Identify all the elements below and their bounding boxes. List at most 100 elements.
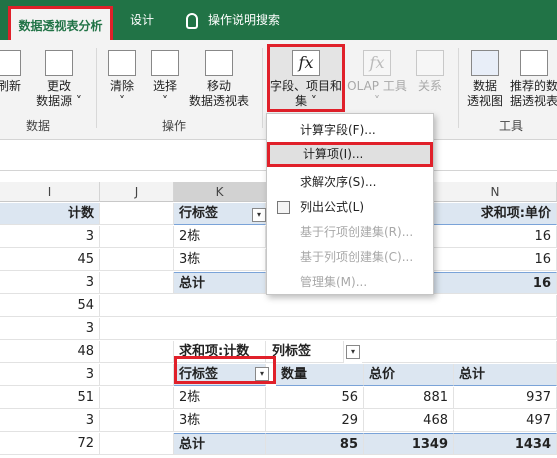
recommended-pivot-icon <box>520 50 548 76</box>
col-filter-dropdown-icon[interactable]: ▾ <box>346 345 360 359</box>
pivot2-grand-total[interactable]: 1434 <box>454 433 557 455</box>
empty-cell[interactable] <box>100 341 174 363</box>
pivot1-row-label[interactable]: 2栋 <box>174 226 266 248</box>
refresh-button[interactable]: 刷新 <box>0 50 26 94</box>
column-header-k[interactable]: K <box>174 182 266 202</box>
pivot2-row-label[interactable]: 2栋 <box>174 387 266 409</box>
olap-label-2: ˅ <box>374 94 380 108</box>
pivot2-col-label-header[interactable]: 列标签 <box>266 341 344 363</box>
pivot2-total-cell[interactable]: 497 <box>454 410 557 432</box>
tab-pivottable-analyze[interactable]: 数据透视表分析 <box>8 6 113 40</box>
clear-label-2: ˅ <box>119 94 125 108</box>
empty-cell[interactable] <box>100 249 174 271</box>
fields-label-1: 字段、项目和 <box>269 79 342 93</box>
move-label-2: 数据透视表 <box>188 94 249 108</box>
pivot2-grand-qty[interactable]: 85 <box>266 433 364 455</box>
change-data-source-button[interactable]: 更改 数据源 ˅ <box>30 50 88 109</box>
pivot1-grand-total-label[interactable]: 总计 <box>174 272 266 294</box>
olap-label-1: OLAP 工具 <box>347 79 407 93</box>
lightbulb-icon <box>186 13 198 29</box>
col-i-cell[interactable]: 51 <box>0 387 100 409</box>
pivotchart-button[interactable]: 数据 透视图 <box>463 50 507 109</box>
column-header-n[interactable]: N <box>434 182 557 202</box>
pivotchart-icon <box>471 50 499 76</box>
ribbon-separator <box>458 48 459 128</box>
pivot2-price-cell[interactable]: 468 <box>364 410 454 432</box>
pivot2-price-cell[interactable]: 881 <box>364 387 454 409</box>
col-i-cell[interactable]: 3 <box>0 410 100 432</box>
tab-design[interactable]: 设计 <box>130 0 154 40</box>
pivot2-row-label[interactable]: 3栋 <box>174 410 266 432</box>
col-i-cell[interactable]: 3 <box>0 226 100 248</box>
menu-item-calculated-field[interactable]: 计算字段(F)... <box>267 118 433 143</box>
olap-tools-button[interactable]: fx OLAP 工具 ˅ <box>346 50 408 109</box>
recommended-label-2: 据透视表 <box>509 94 557 108</box>
column-header-j[interactable]: J <box>100 182 174 202</box>
pivot2-total-price-header[interactable]: 总价 <box>364 364 454 386</box>
menu-item-manage-sets[interactable]: 管理集(M)... <box>267 270 433 295</box>
data-source-icon <box>45 50 73 76</box>
pivot2-grand-total-header[interactable]: 总计 <box>454 364 557 386</box>
tell-me-search[interactable]: 操作说明搜索 <box>208 0 280 40</box>
clear-label-1: 清除 <box>109 79 134 93</box>
empty-cell[interactable] <box>100 226 174 248</box>
empty-cell[interactable] <box>100 272 174 294</box>
menu-item-solve-order[interactable]: 求解次序(S)... <box>267 170 433 195</box>
empty-row[interactable] <box>100 295 557 317</box>
pivot2-total-cell[interactable]: 937 <box>454 387 557 409</box>
empty-cell[interactable] <box>362 341 557 363</box>
pivot1-grand-unit-cell[interactable]: 16 <box>434 272 557 294</box>
select-icon <box>151 50 179 76</box>
filter-dropdown-icon[interactable]: ▾ <box>252 208 266 222</box>
menu-item-calculated-item[interactable]: 计算项(I)... <box>267 142 433 167</box>
menu-item-create-set-columns[interactable]: 基于列项创建集(C)... <box>267 245 433 270</box>
col-i-cell[interactable]: 3 <box>0 318 100 340</box>
pivot1-unit-price-header[interactable]: 求和项:单价 <box>434 203 557 225</box>
pivot2-qty-header[interactable]: 数量 <box>276 364 364 386</box>
col-i-cell[interactable]: 72 <box>0 433 100 455</box>
select-label-2: ˅ <box>162 94 168 108</box>
empty-row[interactable] <box>100 318 557 340</box>
pivot2-grand-label[interactable]: 总计 <box>174 433 266 455</box>
menu-item-create-set-rows[interactable]: 基于行项创建集(R)... <box>267 220 433 245</box>
pivot1-row-label[interactable]: 3栋 <box>174 249 266 271</box>
empty-cell[interactable] <box>100 387 174 409</box>
pivot2-grand-price[interactable]: 1349 <box>364 433 454 455</box>
pivotchart-label-2: 透视图 <box>466 94 503 108</box>
col-i-header[interactable]: 计数 <box>0 203 100 225</box>
change-source-label-2: 数据源 ˅ <box>36 94 82 108</box>
clear-button[interactable]: 清除 ˅ <box>102 50 142 109</box>
col-i-cell[interactable]: 45 <box>0 249 100 271</box>
pivotchart-label-1: 数据 <box>472 79 497 93</box>
clear-icon <box>108 50 136 76</box>
empty-cell[interactable] <box>100 410 174 432</box>
select-button[interactable]: 选择 ˅ <box>145 50 185 109</box>
col-i-cell[interactable]: 48 <box>0 341 100 363</box>
empty-cell[interactable] <box>100 364 174 386</box>
col-i-cell[interactable]: 3 <box>0 364 100 386</box>
pivot2-qty-cell[interactable]: 56 <box>266 387 364 409</box>
recommended-label-1: 推荐的数 <box>509 79 557 93</box>
ribbon-separator <box>262 48 263 128</box>
pivot2-qty-cell[interactable]: 29 <box>266 410 364 432</box>
empty-cell[interactable] <box>100 203 174 225</box>
col-i-cell[interactable]: 54 <box>0 295 100 317</box>
recommended-pivottables-button[interactable]: 推荐的数 据透视表 <box>508 50 557 109</box>
col-i-cell[interactable]: 3 <box>0 272 100 294</box>
relationships-label: 关系 <box>417 79 442 93</box>
refresh-label: 刷新 <box>0 79 21 93</box>
fx-function-icon: fx <box>292 50 320 76</box>
select-label-1: 选择 <box>152 79 177 93</box>
change-source-label-1: 更改 <box>46 79 71 93</box>
move-pivottable-icon <box>205 50 233 76</box>
fields-items-sets-menu: 计算字段(F)... 计算项(I)... 求解次序(S)... 列出公式(L) … <box>266 113 434 295</box>
empty-cell[interactable] <box>100 433 174 455</box>
pivot1-unit-cell[interactable]: 16 <box>434 226 557 248</box>
pivot1-unit-cell[interactable]: 16 <box>434 249 557 271</box>
fields-items-sets-button[interactable]: fx 字段、项目和 集 ˅ <box>268 50 344 109</box>
menu-item-list-formulas[interactable]: 列出公式(L) <box>267 195 433 220</box>
column-header-i[interactable]: I <box>0 182 100 202</box>
move-pivottable-button[interactable]: 移动 数据透视表 <box>186 50 252 109</box>
relationships-button[interactable]: 关系 <box>410 50 450 94</box>
ribbon-separator <box>96 48 97 128</box>
